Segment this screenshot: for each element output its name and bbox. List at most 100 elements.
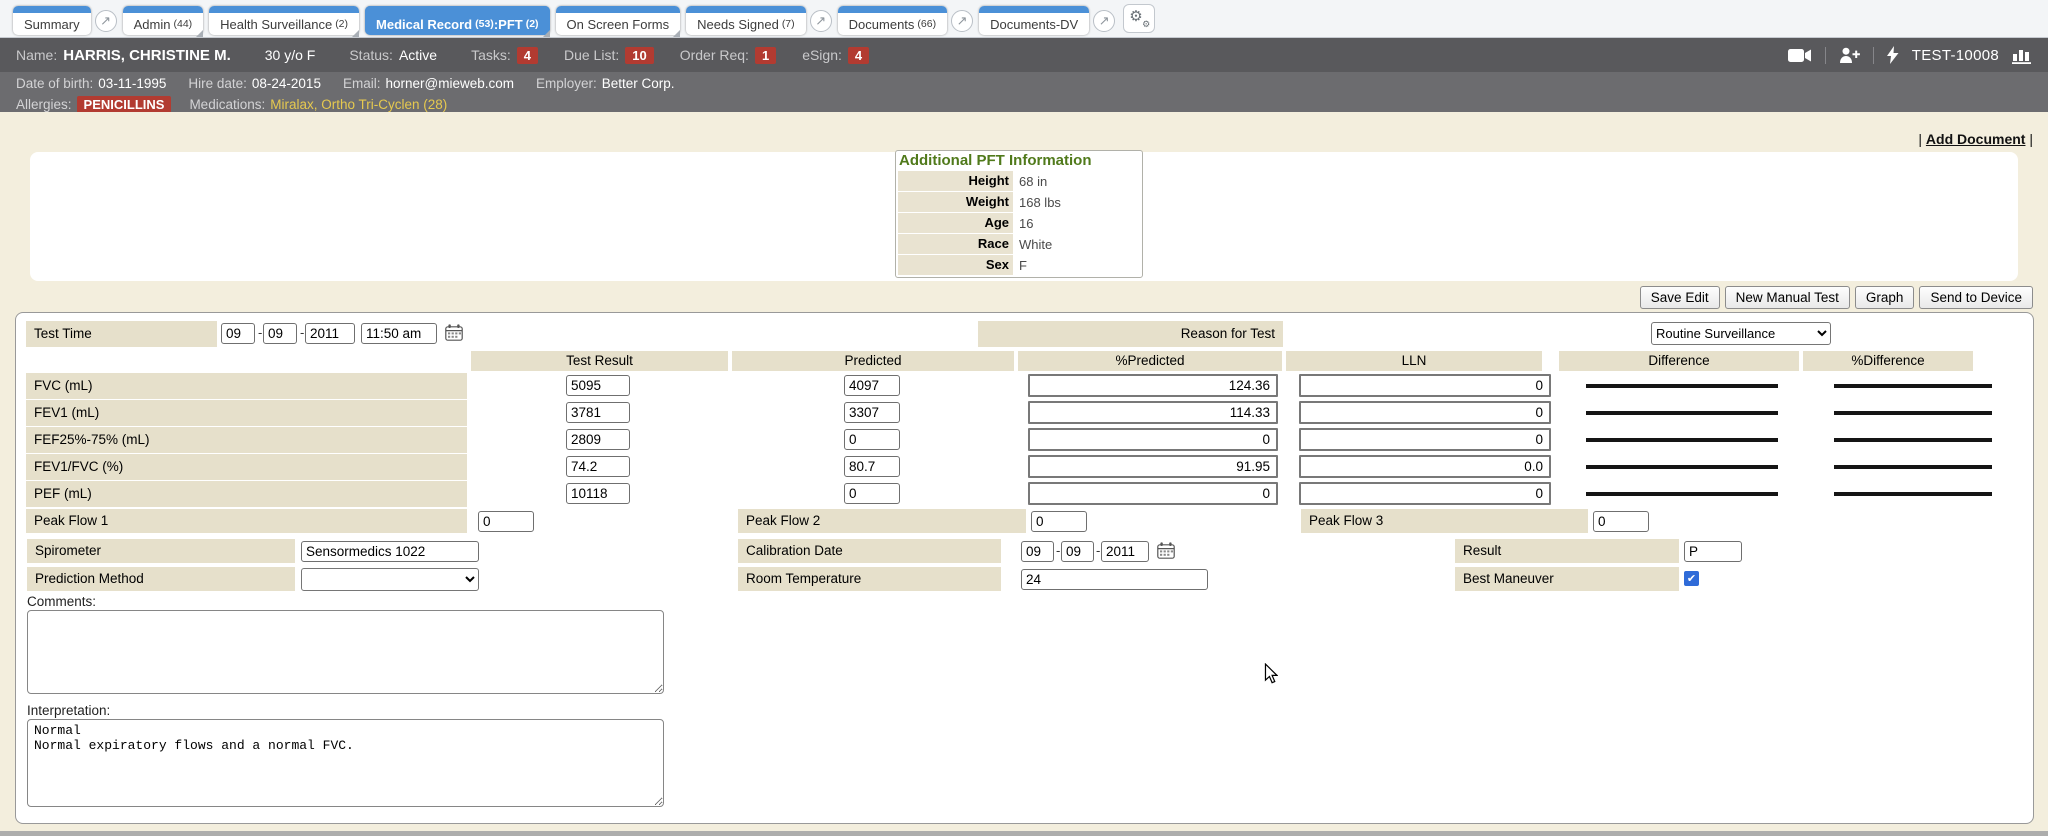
fef-test-result-input[interactable]	[566, 429, 630, 450]
fev1-pct-predicted-input[interactable]	[1028, 401, 1278, 424]
gears-icon[interactable]: ⚙⚙	[1123, 4, 1155, 33]
tab-count: (66)	[917, 18, 936, 30]
test-day-input[interactable]	[263, 323, 297, 344]
open-in-new-icon[interactable]: ↗	[810, 10, 832, 32]
fev1-fvc-predicted-input[interactable]	[844, 456, 900, 477]
row-label-pef: PEF (mL)	[26, 481, 467, 507]
room-temperature-input[interactable]	[1021, 569, 1208, 590]
fev1-fvc-pct-predicted-input[interactable]	[1028, 455, 1278, 478]
video-camera-icon[interactable]	[1788, 48, 1812, 63]
pef-lln-input[interactable]	[1299, 482, 1551, 505]
header-pct-predicted: %Predicted	[1018, 351, 1282, 371]
save-edit-button[interactable]: Save Edit	[1640, 286, 1720, 309]
fvc-lln-input[interactable]	[1299, 374, 1551, 397]
fvc-predicted-input[interactable]	[844, 375, 900, 396]
room-temperature-label: Room Temperature	[738, 567, 1001, 591]
test-clock-input[interactable]	[361, 323, 437, 344]
tasks-label: Tasks:	[471, 47, 511, 63]
order-req-badge[interactable]: 1	[755, 47, 776, 64]
calibration-day-input[interactable]	[1061, 541, 1094, 562]
esign-badge[interactable]: 4	[848, 47, 869, 64]
lightning-icon[interactable]	[1887, 46, 1899, 64]
peak-flow-2-input[interactable]	[1031, 511, 1087, 532]
window-bottom-edge	[0, 831, 2048, 836]
peak-flow-1-input[interactable]	[478, 511, 534, 532]
bar-chart-icon[interactable]	[2012, 46, 2032, 64]
row-label-fev1: FEV1 (mL)	[26, 400, 467, 426]
pct-difference-line	[1834, 438, 1992, 442]
tab-on-screen-forms[interactable]: On Screen Forms	[556, 6, 681, 35]
row-label-fev1-fvc: FEV1/FVC (%)	[26, 454, 467, 480]
weight-value: 168 lbs	[1013, 195, 1061, 210]
name-label: Name:	[16, 47, 57, 63]
prediction-method-label: Prediction Method	[27, 567, 295, 591]
medications-value[interactable]: Miralax, Ortho Tri-Cyclen (28)	[270, 97, 447, 112]
new-manual-test-button[interactable]: New Manual Test	[1725, 286, 1850, 309]
race-label: Race	[898, 234, 1013, 254]
height-value: 68 in	[1013, 174, 1047, 189]
additional-pft-info-box: Additional PFT Information Height68 in W…	[895, 150, 1143, 278]
calibration-month-input[interactable]	[1021, 541, 1054, 562]
prediction-method-select[interactable]	[301, 568, 479, 591]
allergy-badge[interactable]: PENICILLINS	[77, 96, 172, 113]
reason-for-test-select[interactable]: Routine Surveillance	[1651, 322, 1831, 345]
fvc-test-result-input[interactable]	[566, 375, 630, 396]
tab-documents[interactable]: Documents(66)	[838, 6, 947, 35]
difference-line	[1586, 411, 1778, 415]
hire-date-label: Hire date:	[188, 76, 247, 91]
tab-bar: Summary ↗ Admin(44) Health Surveillance(…	[0, 0, 2048, 38]
fef-lln-input[interactable]	[1299, 428, 1551, 451]
fev1-fvc-lln-input[interactable]	[1299, 455, 1551, 478]
open-in-new-icon[interactable]: ↗	[95, 10, 117, 32]
tab-health-surveillance[interactable]: Health Surveillance(2)	[209, 6, 359, 35]
station-id: TEST-10008	[1912, 47, 1999, 64]
result-input[interactable]	[1684, 541, 1742, 562]
pef-predicted-input[interactable]	[844, 483, 900, 504]
interpretation-label: Interpretation:	[27, 703, 110, 718]
pef-pct-predicted-input[interactable]	[1028, 482, 1278, 505]
height-label: Height	[898, 171, 1013, 191]
send-to-device-button[interactable]: Send to Device	[1919, 286, 2033, 309]
pct-difference-line	[1834, 465, 1992, 469]
tab-admin[interactable]: Admin(44)	[123, 6, 204, 35]
test-year-input[interactable]	[305, 323, 355, 344]
tab-summary[interactable]: Summary	[13, 6, 91, 35]
fef-predicted-input[interactable]	[844, 429, 900, 450]
esign-label: eSign:	[802, 47, 842, 63]
calibration-year-input[interactable]	[1101, 541, 1149, 562]
calendar-icon[interactable]	[445, 324, 463, 346]
fev1-test-result-input[interactable]	[566, 402, 630, 423]
fvc-pct-predicted-input[interactable]	[1028, 374, 1278, 397]
graph-button[interactable]: Graph	[1855, 286, 1915, 309]
peak-flow-3-input[interactable]	[1593, 511, 1649, 532]
comments-textarea[interactable]	[27, 610, 664, 694]
due-list-badge[interactable]: 10	[625, 47, 653, 64]
tasks-badge[interactable]: 4	[517, 47, 538, 64]
open-in-new-icon[interactable]: ↗	[951, 10, 973, 32]
pef-test-result-input[interactable]	[566, 483, 630, 504]
fev1-predicted-input[interactable]	[844, 402, 900, 423]
header-difference: Difference	[1559, 351, 1799, 371]
spirometer-input[interactable]	[301, 541, 479, 562]
best-maneuver-checkbox[interactable]	[1684, 571, 1699, 586]
interpretation-textarea[interactable]: Normal Normal expiratory flows and a nor…	[27, 719, 664, 807]
fef-pct-predicted-input[interactable]	[1028, 428, 1278, 451]
tab-documents-dv[interactable]: Documents-DV	[979, 6, 1089, 35]
difference-line	[1586, 384, 1778, 388]
reason-for-test-label: Reason for Test	[978, 321, 1283, 347]
tab-needs-signed[interactable]: Needs Signed(7)	[686, 6, 806, 35]
pft-info-row: SexF	[898, 255, 1140, 275]
add-document-link[interactable]: Add Document	[1926, 131, 2026, 147]
fev1-lln-input[interactable]	[1299, 401, 1551, 424]
open-in-new-icon[interactable]: ↗	[1093, 10, 1115, 32]
calendar-icon[interactable]	[1157, 542, 1175, 564]
tab-medical-record[interactable]: Medical Record(53):PFT(2)	[365, 6, 550, 35]
person-add-icon[interactable]	[1839, 47, 1860, 63]
tab-count: (2)	[335, 18, 348, 30]
peak-flow-2-label: Peak Flow 2	[738, 509, 1026, 533]
due-list-label: Due List:	[564, 47, 619, 63]
best-maneuver-label: Best Maneuver	[1455, 567, 1679, 591]
race-value: White	[1013, 237, 1052, 252]
fev1-fvc-test-result-input[interactable]	[566, 456, 630, 477]
test-month-input[interactable]	[221, 323, 255, 344]
